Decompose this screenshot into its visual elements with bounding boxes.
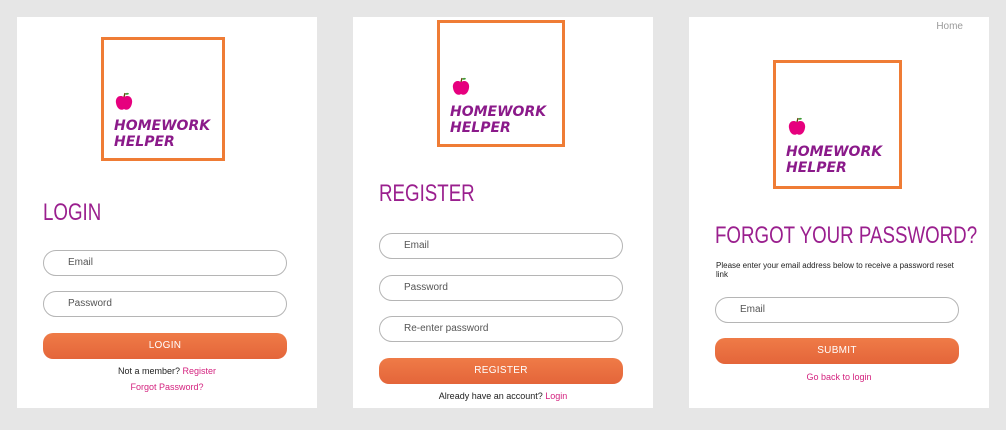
login-link[interactable]: Login — [545, 391, 567, 401]
logo: HOMEWORK HELPER — [101, 37, 225, 161]
apple-icon — [452, 77, 470, 95]
forgot-password-link[interactable]: Forgot Password? — [130, 382, 203, 392]
back-to-login-link[interactable]: Go back to login — [806, 372, 871, 382]
instructions-text: Please enter your email address below to… — [716, 261, 954, 279]
submit-button[interactable]: SUBMIT — [715, 338, 959, 364]
page-title: LOGIN — [43, 199, 102, 226]
back-row: Go back to login — [689, 372, 989, 382]
forgot-row: Forgot Password? — [17, 382, 317, 392]
email-field[interactable]: Email — [715, 297, 959, 323]
home-link[interactable]: Home — [936, 21, 963, 32]
not-member-text: Not a member? — [117, 366, 180, 376]
register-card: HOMEWORK HELPER REGISTER Email Password … — [353, 17, 653, 408]
apple-icon — [788, 117, 806, 135]
email-field[interactable]: Email — [379, 233, 623, 259]
logo: HOMEWORK HELPER — [773, 60, 902, 189]
password-field[interactable]: Password — [379, 275, 623, 301]
have-account-text: Already have an account? — [438, 391, 543, 401]
reenter-password-field[interactable]: Re-enter password — [379, 316, 623, 342]
logo-text: HOMEWORK HELPER — [450, 104, 547, 136]
register-prompt: Not a member? Register — [17, 366, 317, 376]
password-field[interactable]: Password — [43, 291, 287, 317]
login-button[interactable]: LOGIN — [43, 333, 287, 359]
page-title: FORGOT YOUR PASSWORD? — [715, 222, 978, 249]
logo-text: HOMEWORK HELPER — [114, 118, 211, 150]
logo: HOMEWORK HELPER — [437, 20, 565, 147]
login-card: HOMEWORK HELPER LOGIN Email Password LOG… — [17, 17, 317, 408]
email-field[interactable]: Email — [43, 250, 287, 276]
register-link[interactable]: Register — [183, 366, 217, 376]
logo-text: HOMEWORK HELPER — [786, 144, 883, 176]
login-prompt: Already have an account? Login — [353, 391, 653, 401]
apple-icon — [115, 92, 133, 110]
forgot-password-card: Home HOMEWORK HELPER FORGOT YOUR PASSWOR… — [689, 17, 989, 408]
page-title: REGISTER — [379, 180, 475, 207]
register-button[interactable]: REGISTER — [379, 358, 623, 384]
